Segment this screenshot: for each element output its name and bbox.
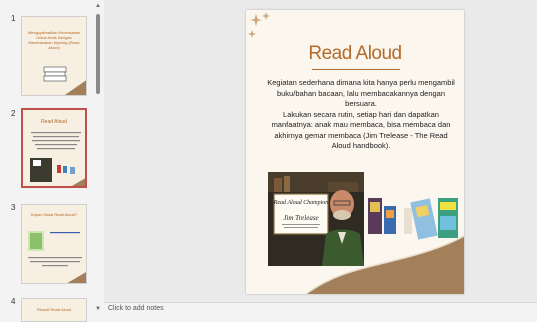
current-slide[interactable]: Read Aloud Kegiatan sederhana dimana kit… (246, 10, 464, 294)
slide-preview-content (30, 132, 85, 186)
scroll-up-arrow-icon[interactable]: ▲ (95, 3, 101, 9)
thumbnail-scrollbar[interactable] (96, 14, 100, 94)
thumbnail-title: Filosofi Read Aloud (36, 307, 72, 312)
book-stack-illustration (43, 66, 86, 95)
title-underline (312, 69, 400, 70)
sparkle-icon (248, 12, 270, 38)
notes-pane[interactable]: Click to add notes (104, 302, 537, 317)
slide-number: 2 (11, 109, 16, 118)
jim-trelease-photo: Read Aloud Champion Jim Trelease (268, 172, 364, 266)
slide-thumbnail-pane: 1 Mengoptimalkan Kecerdasan Untuk Anak D… (0, 0, 100, 322)
slide-thumbnail-3[interactable]: Kapan Mulai Read Aloud? (21, 204, 87, 284)
slide-preview-content (28, 231, 86, 283)
certificate-name: Jim Trelease (283, 214, 318, 222)
slide-thumbnail-4[interactable]: Filosofi Read Aloud (21, 298, 87, 322)
scroll-down-arrow-icon[interactable]: ▼ (95, 306, 101, 312)
slide-number: 4 (11, 297, 16, 306)
slide-body-text: Kegiatan sederhana dimana kita hanya per… (266, 78, 456, 152)
slide-number: 1 (11, 14, 16, 23)
certificate-title: Read Aloud Champion (273, 200, 329, 206)
body-paragraph-2: Lakukan secara rutin, setiap hari dan da… (271, 109, 451, 151)
books-image (368, 198, 458, 240)
notes-placeholder: Click to add notes (108, 305, 164, 312)
body-paragraph-1: Kegiatan sederhana dimana kita hanya per… (267, 78, 455, 108)
slide-number: 3 (11, 203, 16, 212)
slide-title: Read Aloud (308, 43, 402, 64)
slide-thumbnail-1[interactable]: Mengoptimalkan Kecerdasan Untuk Anak Den… (21, 16, 87, 96)
slide-thumbnail-2[interactable]: Read Aloud (21, 108, 87, 188)
